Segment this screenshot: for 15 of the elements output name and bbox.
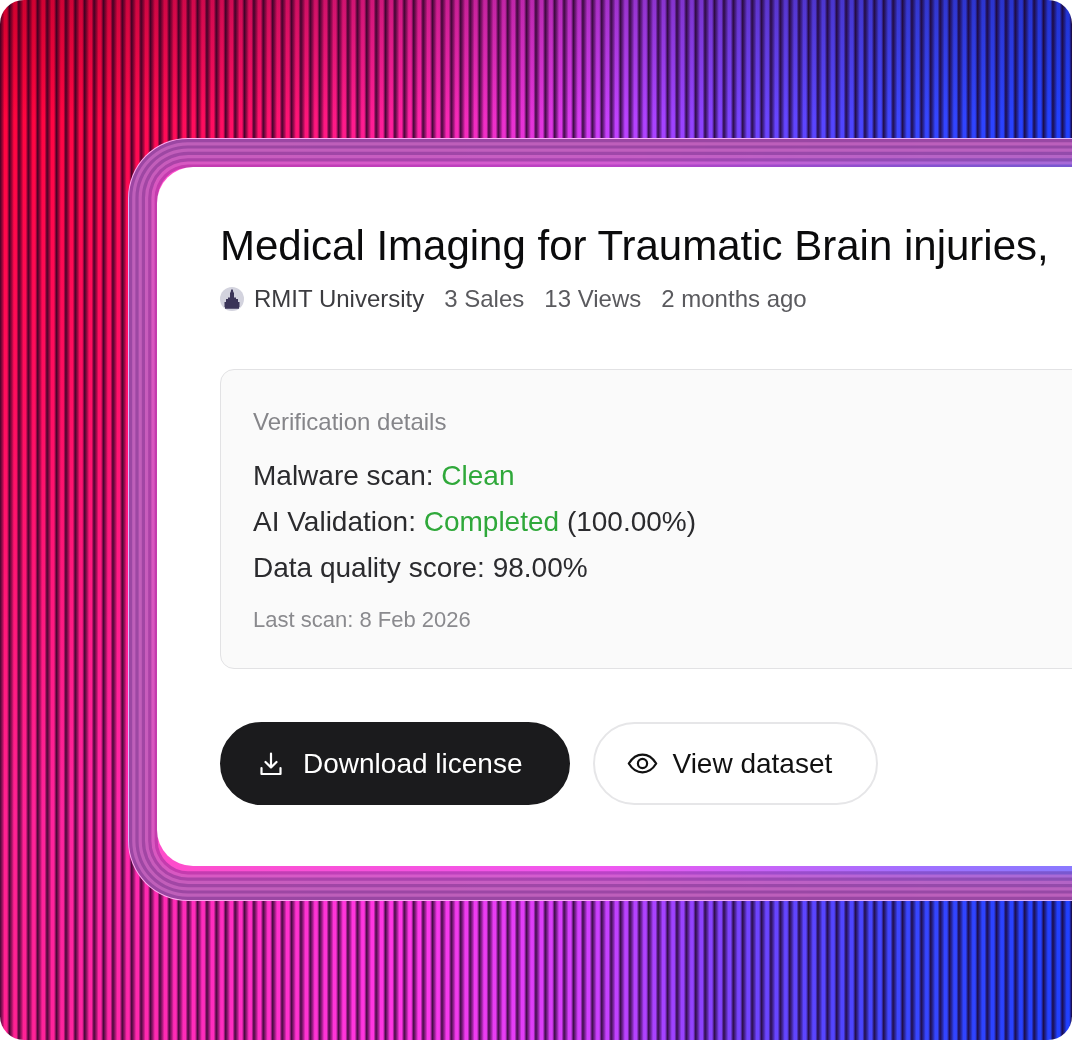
eye-icon xyxy=(627,753,659,774)
listing-stat: 2 months ago xyxy=(661,284,807,314)
download-button[interactable]: Download license xyxy=(220,722,571,805)
building-icon xyxy=(220,287,244,311)
verification-row-text: Malware scan: Clean xyxy=(253,459,515,493)
view-button[interactable]: View dataset xyxy=(593,722,879,805)
listing-stat: 13 Views xyxy=(544,284,642,314)
last-scan-date: Last scan: 8 Feb 2026 xyxy=(253,606,471,634)
panel-heading: Verification details xyxy=(253,407,447,437)
download-icon xyxy=(258,750,284,777)
verification-row-text: AI Validation: Completed (100.00%) xyxy=(253,505,697,539)
listing-stat: 3 Sales xyxy=(444,284,525,314)
listing-title: Medical Imaging for Traumatic Brain injuries, xyxy=(220,222,1049,270)
publisher-name: RMIT University xyxy=(254,284,425,314)
verification-row-text: Data quality score: 98.00% xyxy=(253,551,588,585)
